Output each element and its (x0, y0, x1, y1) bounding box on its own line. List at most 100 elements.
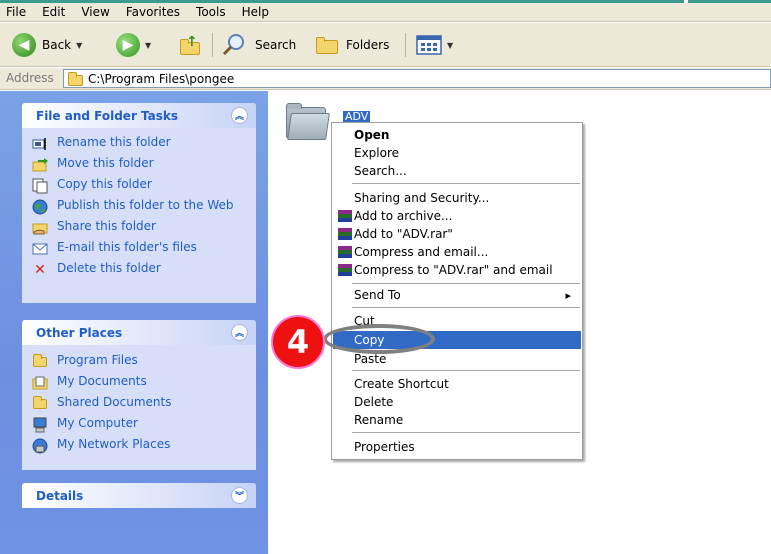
globe-icon (32, 199, 48, 215)
up-folder-button[interactable]: ↑ (178, 33, 202, 57)
email-icon (32, 241, 48, 257)
menu-bar: File Edit View Favorites Tools Help (0, 3, 771, 22)
forward-dropdown-icon[interactable]: ▼ (145, 41, 151, 50)
menu-item-add-to-archive[interactable]: Add to archive... (333, 207, 581, 225)
views-dropdown-icon[interactable]: ▼ (447, 41, 453, 50)
menu-favorites[interactable]: Favorites (126, 5, 180, 19)
menu-item-explore[interactable]: Explore (333, 144, 581, 162)
place-shared-documents[interactable]: Shared Documents (32, 396, 256, 412)
menu-item-label: Add to "ADV.rar" (354, 227, 453, 241)
file-folder-tasks-panel: File and Folder Tasks ︽ Rename this fold… (22, 103, 256, 303)
expand-icon[interactable]: ︾ (231, 487, 248, 504)
views-button[interactable]: ▼ (416, 33, 453, 57)
collapse-icon[interactable]: ︽ (231, 107, 248, 124)
place-label: My Documents (57, 374, 147, 388)
task-share-folder[interactable]: Share this folder (32, 220, 256, 236)
menu-item-label: Compress to "ADV.rar" and email (354, 263, 553, 277)
menu-item-open[interactable]: Open (333, 126, 581, 144)
collapse-icon[interactable]: ︽ (231, 324, 248, 341)
details-panel: Details ︾ (22, 483, 256, 508)
menu-view[interactable]: View (81, 5, 109, 19)
folder-icon (32, 396, 48, 412)
menu-item-properties[interactable]: Properties (333, 438, 581, 456)
menu-item-label: Add to archive... (354, 209, 453, 223)
task-label: Share this folder (57, 219, 156, 233)
place-program-files[interactable]: Program Files (32, 354, 256, 370)
place-label: Shared Documents (57, 395, 172, 409)
network-places-icon (32, 438, 48, 454)
menu-item-search[interactable]: Search... (333, 162, 581, 180)
winrar-icon (338, 210, 352, 222)
task-email-files[interactable]: E-mail this folder's files (32, 241, 256, 257)
my-documents-icon (32, 375, 48, 391)
menu-tools[interactable]: Tools (196, 5, 226, 19)
task-copy-folder[interactable]: Copy this folder (32, 178, 256, 194)
task-rename-folder[interactable]: Rename this folder (32, 136, 256, 152)
panel-title: File and Folder Tasks (36, 108, 179, 123)
menu-separator (352, 432, 580, 433)
folder-icon[interactable] (286, 103, 330, 141)
menu-item-rename[interactable]: Rename (333, 411, 581, 429)
task-publish-folder[interactable]: Publish this folder to the Web (32, 199, 256, 215)
folders-button[interactable]: Folders (314, 33, 389, 57)
panel-title: Other Places (36, 325, 123, 340)
back-button[interactable]: ◀ Back ▼ (12, 33, 82, 57)
other-places-panel: Other Places ︽ Program Files My Document… (22, 320, 256, 470)
address-path: C:\Program Files\pongee (88, 71, 235, 86)
task-label: Move this folder (57, 156, 154, 170)
place-my-network-places[interactable]: My Network Places (32, 438, 256, 454)
back-arrow-icon: ◀ (12, 33, 36, 57)
address-label: Address (6, 71, 54, 85)
back-dropdown-icon[interactable]: ▼ (76, 41, 82, 50)
task-move-folder[interactable]: Move this folder (32, 157, 256, 173)
menu-file[interactable]: File (6, 5, 26, 19)
menu-item-add-to-rar[interactable]: Add to "ADV.rar" (333, 225, 581, 243)
highlight-oval (323, 324, 435, 354)
step-number-badge: 4 (271, 315, 325, 369)
folders-icon (314, 34, 340, 56)
rename-icon (32, 136, 48, 152)
views-icon (416, 35, 442, 55)
search-button[interactable]: Search (221, 33, 296, 57)
panel-header[interactable]: Details ︾ (22, 483, 256, 508)
task-label: Publish this folder to the Web (57, 198, 234, 212)
menu-item-sharing-security[interactable]: Sharing and Security... (333, 189, 581, 207)
up-folder-icon: ↑ (178, 34, 202, 56)
back-label: Back (42, 38, 72, 52)
task-label: E-mail this folder's files (57, 240, 197, 254)
address-bar: Address C:\Program Files\pongee (0, 68, 771, 90)
menu-separator (352, 307, 580, 308)
menu-help[interactable]: Help (242, 5, 269, 19)
place-label: My Network Places (57, 437, 171, 451)
task-label: Delete this folder (57, 261, 161, 275)
menu-item-create-shortcut[interactable]: Create Shortcut (333, 375, 581, 393)
menu-separator (352, 370, 580, 371)
place-my-documents[interactable]: My Documents (32, 375, 256, 391)
forward-arrow-icon: ▶ (116, 33, 140, 57)
toolbar-separator (405, 33, 406, 57)
copy-folder-icon (32, 178, 48, 194)
address-input[interactable]: C:\Program Files\pongee (63, 69, 771, 88)
computer-icon (32, 417, 48, 433)
place-label: Program Files (57, 353, 138, 367)
panel-header[interactable]: Other Places ︽ (22, 320, 256, 345)
winrar-icon (338, 228, 352, 240)
search-label: Search (255, 38, 297, 52)
task-label: Rename this folder (57, 135, 171, 149)
menu-item-compress-rar-email[interactable]: Compress to "ADV.rar" and email (333, 261, 581, 279)
winrar-icon (338, 264, 352, 276)
menu-item-delete[interactable]: Delete (333, 393, 581, 411)
menu-item-compress-email[interactable]: Compress and email... (333, 243, 581, 261)
forward-button[interactable]: ▶ ▼ (116, 33, 151, 57)
menu-item-label: Compress and email... (354, 245, 489, 259)
panel-header[interactable]: File and Folder Tasks ︽ (22, 103, 256, 128)
context-menu: Open Explore Search... Sharing and Secur… (331, 122, 583, 460)
place-my-computer[interactable]: My Computer (32, 417, 256, 433)
menu-edit[interactable]: Edit (42, 5, 65, 19)
task-label: Copy this folder (57, 177, 152, 191)
toolbar-separator (212, 33, 213, 57)
menu-item-send-to[interactable]: Send To (333, 286, 581, 304)
folder-icon (68, 71, 83, 86)
menu-separator (352, 183, 580, 184)
task-delete-folder[interactable]: ✕ Delete this folder (32, 261, 256, 279)
